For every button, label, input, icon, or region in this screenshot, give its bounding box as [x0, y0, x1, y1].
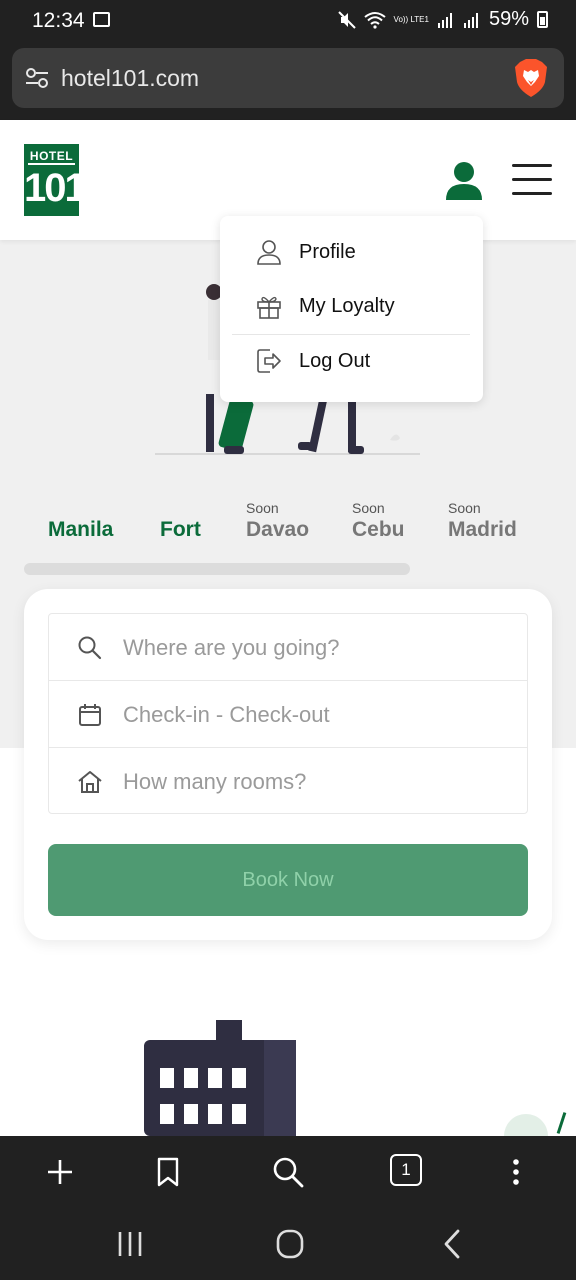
back-icon[interactable] — [432, 1228, 472, 1260]
location-tab-fort[interactable]: Fort — [160, 500, 201, 542]
location-name: Madrid — [448, 518, 517, 541]
mute-icon — [337, 10, 356, 29]
bookmark-icon[interactable] — [150, 1154, 186, 1190]
menu-item-loyalty[interactable]: My Loyalty — [220, 280, 483, 332]
browser-toolbar: 1 — [0, 1136, 576, 1208]
user-account-icon[interactable] — [444, 160, 484, 200]
location-tab-davao[interactable]: Soon Davao — [246, 500, 309, 542]
menu-item-label: Log Out — [299, 349, 371, 372]
wifi-icon — [363, 11, 386, 29]
location-tabs-scrollbar[interactable] — [24, 563, 410, 575]
more-icon[interactable] — [498, 1154, 534, 1190]
battery-percent: 59% — [488, 8, 529, 30]
recents-icon[interactable] — [110, 1228, 150, 1260]
search-icon[interactable] — [270, 1154, 306, 1190]
battery-icon — [537, 11, 548, 28]
soon-label: Soon — [352, 500, 385, 516]
hotel101-logo[interactable]: HOTEL 101 — [24, 144, 87, 216]
dates-input[interactable] — [123, 695, 513, 735]
user-dropdown-menu: Profile My Loyalty Log Out — [220, 216, 483, 402]
booking-card: Book Now — [24, 589, 552, 940]
logo-top-text: HOTEL — [28, 144, 75, 165]
location-name: Cebu — [352, 518, 405, 541]
menu-item-label: Profile — [299, 240, 356, 263]
rooms-row[interactable] — [49, 747, 527, 814]
logout-icon — [257, 349, 281, 373]
hotel-building-illustration — [144, 1020, 296, 1136]
destination-row[interactable] — [49, 614, 527, 681]
address-bar[interactable]: hotel101.com — [12, 48, 564, 108]
soon-label: Soon — [448, 500, 481, 516]
gallery-icon — [93, 12, 110, 27]
url-text[interactable]: hotel101.com — [61, 65, 199, 92]
book-now-button[interactable]: Book Now — [48, 844, 528, 916]
decorative-line — [556, 1112, 567, 1134]
location-tab-madrid[interactable]: Soon Madrid — [448, 500, 517, 542]
location-name: Manila — [48, 518, 114, 541]
volte-icon: Vo)) LTE1 — [393, 14, 429, 24]
hamburger-menu-icon[interactable] — [512, 164, 552, 196]
menu-item-profile[interactable]: Profile — [220, 226, 483, 278]
status-bar: 12:34 Vo)) LTE1 59% — [0, 0, 576, 44]
signal-icon — [463, 12, 478, 28]
home-icon[interactable] — [270, 1228, 310, 1260]
booking-fields — [48, 613, 528, 814]
dates-row[interactable] — [49, 680, 527, 747]
destination-input[interactable] — [123, 628, 513, 668]
person-icon — [257, 240, 281, 265]
location-tab-cebu[interactable]: Soon Cebu — [352, 500, 405, 542]
location-tab-manila[interactable]: Manila — [48, 500, 113, 542]
menu-item-label: My Loyalty — [299, 294, 395, 317]
location-name: Fort — [160, 518, 201, 541]
logo-main-text: 101 — [24, 166, 87, 210]
status-time: 12:34 — [32, 9, 85, 32]
rooms-input[interactable] — [123, 762, 513, 802]
system-nav-bar — [0, 1208, 576, 1280]
signal-icon — [437, 12, 452, 28]
calendar-icon — [79, 704, 101, 726]
tabs-icon[interactable]: 1 — [390, 1154, 422, 1186]
soon-label: Soon — [246, 500, 279, 516]
decorative-shape — [504, 1114, 548, 1136]
location-name: Davao — [246, 518, 310, 541]
tune-icon[interactable] — [25, 67, 49, 89]
brave-lion-icon[interactable] — [514, 58, 548, 98]
home-icon — [78, 771, 102, 793]
plus-icon[interactable] — [42, 1154, 78, 1190]
tab-count: 1 — [401, 1160, 411, 1179]
gift-icon — [257, 296, 281, 319]
menu-item-logout[interactable]: Log Out — [220, 335, 483, 387]
browser-bar: hotel101.com — [0, 44, 576, 120]
search-icon — [78, 636, 102, 660]
